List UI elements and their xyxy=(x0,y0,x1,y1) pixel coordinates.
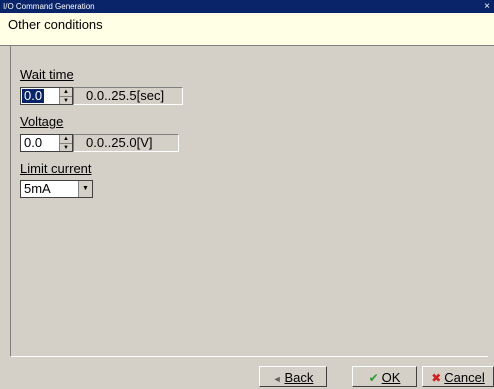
back-arrow-icon: ◄ xyxy=(272,374,282,384)
wait-time-spinbox[interactable]: 0.0 ▲ ▼ xyxy=(20,87,73,105)
ok-button-label: OK xyxy=(381,370,401,385)
ok-button[interactable]: ✔ OK xyxy=(352,366,417,387)
cancel-x-icon: ✖ xyxy=(431,371,442,385)
spin-down-icon[interactable]: ▼ xyxy=(60,143,72,151)
wait-time-label: Wait time xyxy=(20,67,74,82)
close-button[interactable]: × xyxy=(482,0,492,13)
title-bar: I/O Command Generation × xyxy=(0,0,494,13)
wait-time-input[interactable]: 0.0 xyxy=(22,89,45,103)
spin-up-icon[interactable]: ▲ xyxy=(60,88,72,96)
voltage-range: 0.0..25.0[V] xyxy=(73,134,179,152)
page-title: Other conditions xyxy=(8,17,103,32)
wait-time-spin-buttons[interactable]: ▲ ▼ xyxy=(59,88,72,104)
page-header: Other conditions xyxy=(0,13,494,46)
spin-up-icon[interactable]: ▲ xyxy=(60,135,72,143)
limit-current-label: Limit current xyxy=(20,161,92,176)
chevron-down-icon[interactable]: ▼ xyxy=(78,181,92,197)
voltage-spin-buttons[interactable]: ▲ ▼ xyxy=(59,135,72,151)
spin-down-icon[interactable]: ▼ xyxy=(60,96,72,104)
voltage-label-text: Voltage xyxy=(20,114,64,129)
voltage-spinbox[interactable]: 0.0 ▲ ▼ xyxy=(20,134,73,152)
back-button[interactable]: ◄ Back xyxy=(259,366,327,387)
limit-current-value: 5mA xyxy=(24,181,51,196)
limit-current-label-text: Limit current xyxy=(20,161,92,176)
wait-time-range: 0.0..25.5[sec] xyxy=(73,87,183,105)
cancel-button-label: Cancel xyxy=(444,370,485,385)
check-icon: ✔ xyxy=(368,371,379,385)
window-title: I/O Command Generation xyxy=(3,2,95,11)
back-button-label: Back xyxy=(284,370,314,385)
voltage-input[interactable]: 0.0 xyxy=(22,136,44,150)
voltage-label: Voltage xyxy=(20,114,63,129)
cancel-button[interactable]: ✖ Cancel xyxy=(422,366,494,387)
limit-current-dropdown[interactable]: 5mA ▼ xyxy=(20,180,93,198)
wait-time-label-text: Wait time xyxy=(20,67,74,82)
